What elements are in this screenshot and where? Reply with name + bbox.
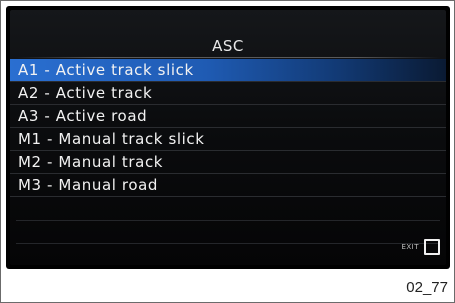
checkbox-square-icon[interactable]: [424, 239, 440, 255]
exit-label: EXIT: [401, 243, 419, 251]
menu-item-m3[interactable]: M3 - Manual road: [10, 174, 446, 197]
menu-item-label: M1 - Manual track slick: [18, 130, 205, 148]
empty-row-divider: [16, 243, 440, 244]
menu-item-m2[interactable]: M2 - Manual track: [10, 151, 446, 174]
display-screen: ASC A1 - Active track slick A2 - Active …: [6, 6, 450, 269]
figure-reference-code: 02_77: [406, 279, 448, 296]
menu-item-m1[interactable]: M1 - Manual track slick: [10, 128, 446, 151]
menu-item-a2[interactable]: A2 - Active track: [10, 82, 446, 105]
exit-control[interactable]: EXIT: [401, 239, 440, 255]
empty-row-divider: [16, 220, 440, 221]
figure-frame: ASC A1 - Active track slick A2 - Active …: [0, 0, 455, 303]
menu-item-label: A3 - Active road: [18, 107, 148, 125]
menu-item-a3[interactable]: A3 - Active road: [10, 105, 446, 128]
menu-title: ASC: [212, 37, 244, 55]
asc-mode-menu: A1 - Active track slick A2 - Active trac…: [10, 59, 446, 197]
menu-item-label: M3 - Manual road: [18, 176, 159, 194]
menu-item-label: A1 - Active track slick: [18, 61, 194, 79]
menu-item-label: A2 - Active track: [18, 84, 153, 102]
title-divider: [16, 57, 440, 58]
screen-panel: ASC A1 - Active track slick A2 - Active …: [10, 10, 446, 265]
menu-item-a1[interactable]: A1 - Active track slick: [10, 59, 446, 82]
menu-item-label: M2 - Manual track: [18, 153, 164, 171]
